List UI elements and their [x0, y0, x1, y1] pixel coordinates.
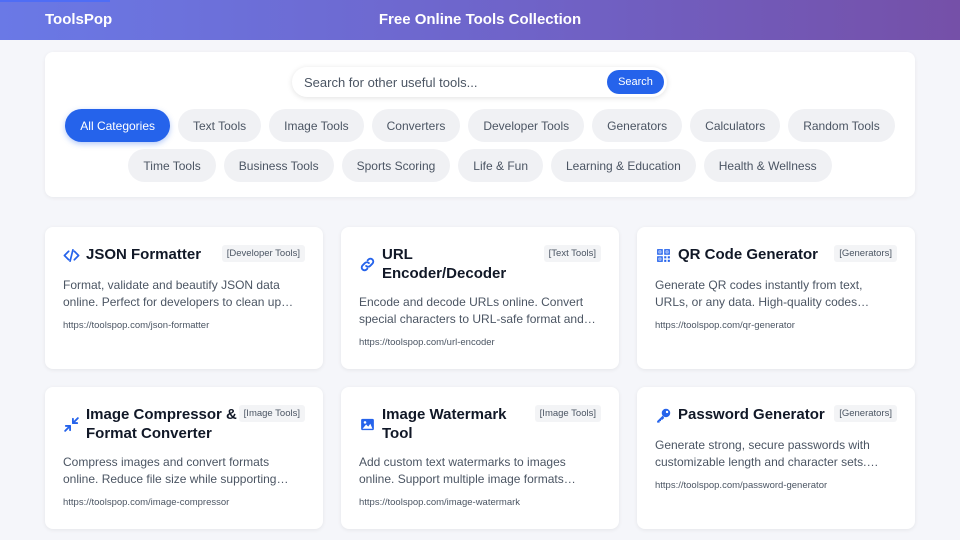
tool-title[interactable]: JSON Formatter	[86, 245, 216, 264]
category-image-tools[interactable]: Image Tools	[269, 109, 364, 142]
tool-url[interactable]: https://toolspop.com/json-formatter	[63, 320, 209, 331]
category-converters[interactable]: Converters	[371, 109, 461, 142]
link-icon	[359, 256, 376, 273]
qrcode-icon	[655, 247, 672, 264]
category-generators[interactable]: Generators	[592, 109, 683, 142]
tool-description: Compress images and convert formats onli…	[63, 455, 277, 486]
category-all[interactable]: All Categories	[65, 109, 170, 142]
tool-description: Encode and decode URLs online. Convert s…	[359, 295, 584, 326]
category-learning-education[interactable]: Learning & Education	[551, 149, 696, 182]
page-title: Free Online Tools Collection	[378, 11, 582, 28]
tool-title[interactable]: QR Code Generator	[678, 245, 828, 264]
tool-description: Generate strong, secure passwords with c…	[655, 438, 870, 469]
category-tag: [Image Tools]	[534, 405, 601, 422]
category-row-1: All Categories Text Tools Image Tools Co…	[45, 109, 915, 142]
tool-card-qr-generator[interactable]: QR Code Generator [Generators] Generate …	[637, 227, 915, 369]
tool-title[interactable]: Image Compressor & Format Converter	[86, 405, 239, 443]
compress-icon	[63, 416, 80, 433]
category-text-tools[interactable]: Text Tools	[178, 109, 262, 142]
category-tag: [Generators]	[834, 245, 897, 262]
tool-card-password-generator[interactable]: Password Generator [Generators] Generate…	[637, 387, 915, 529]
category-random-tools[interactable]: Random Tools	[788, 109, 895, 142]
category-tag: [Generators]	[834, 405, 897, 422]
image-icon	[359, 416, 376, 433]
category-business-tools[interactable]: Business Tools	[223, 149, 334, 182]
search-box: Search	[292, 67, 667, 97]
tool-url[interactable]: https://toolspop.com/url-encoder	[359, 337, 495, 348]
top-header: ToolsPop Free Online Tools Collection	[0, 0, 960, 40]
tool-card-json-formatter[interactable]: JSON Formatter [Developer Tools] Format,…	[45, 227, 323, 369]
tool-url[interactable]: https://toolspop.com/image-watermark	[359, 497, 520, 508]
tool-description: Generate QR codes instantly from text, U…	[655, 278, 863, 309]
category-row-2: Time Tools Business Tools Sports Scoring…	[45, 149, 915, 182]
category-developer-tools[interactable]: Developer Tools	[468, 109, 585, 142]
tool-title[interactable]: URL Encoder/Decoder	[382, 245, 532, 283]
key-icon	[655, 407, 672, 424]
category-tag: [Image Tools]	[238, 405, 305, 422]
tool-card-image-compressor[interactable]: Image Compressor & Format Converter [Ima…	[45, 387, 323, 529]
category-health-wellness[interactable]: Health & Wellness	[703, 149, 832, 182]
search-panel: Search All Categories Text Tools Image T…	[45, 52, 915, 197]
category-tag: [Text Tools]	[543, 245, 601, 262]
tool-title[interactable]: Password Generator	[678, 405, 828, 424]
search-button[interactable]: Search	[607, 70, 664, 94]
category-sports-scoring[interactable]: Sports Scoring	[341, 149, 451, 182]
category-time-tools[interactable]: Time Tools	[128, 149, 216, 182]
tool-description: Format, validate and beautify JSON data …	[63, 278, 282, 309]
tool-url[interactable]: https://toolspop.com/qr-generator	[655, 320, 795, 331]
tool-description: Add custom text watermarks to images onl…	[359, 455, 566, 486]
category-life-fun[interactable]: Life & Fun	[458, 149, 543, 182]
search-input[interactable]	[304, 67, 594, 97]
tool-url[interactable]: https://toolspop.com/password-generator	[655, 480, 827, 491]
category-tag: [Developer Tools]	[221, 245, 305, 262]
tool-card-url-encoder[interactable]: URL Encoder/Decoder [Text Tools] Encode …	[341, 227, 619, 369]
tool-title[interactable]: Image Watermark Tool	[382, 405, 532, 443]
code-icon	[63, 247, 80, 264]
tool-url[interactable]: https://toolspop.com/image-compressor	[63, 497, 229, 508]
header-accent-line	[0, 0, 110, 2]
tool-card-image-watermark[interactable]: Image Watermark Tool [Image Tools] Add c…	[341, 387, 619, 529]
category-calculators[interactable]: Calculators	[690, 109, 781, 142]
